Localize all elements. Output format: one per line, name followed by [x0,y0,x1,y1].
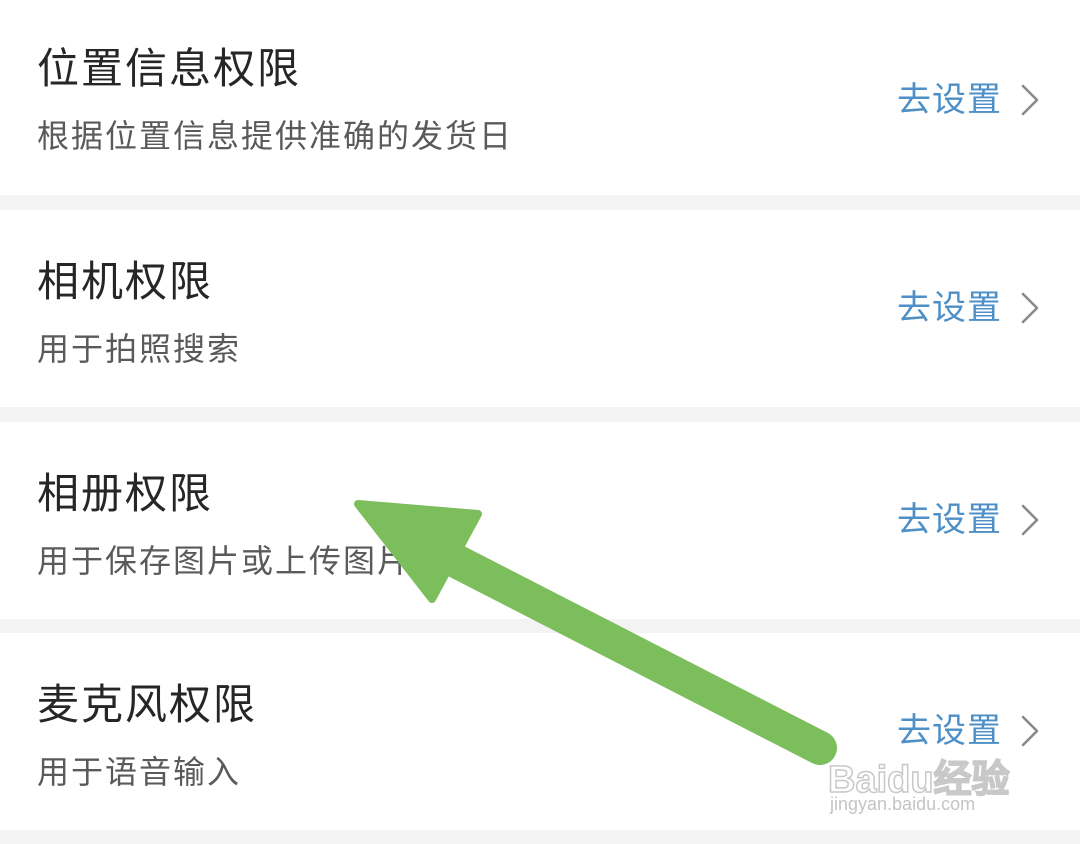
permission-item-location[interactable]: 位置信息权限 根据位置信息提供准确的发货日 去设置 [0,0,1080,195]
go-settings-label: 去设置 [897,711,1002,751]
chevron-right-icon [1021,504,1039,536]
permission-title: 位置信息权限 [37,44,302,93]
go-settings-button[interactable]: 去设置 [897,83,1040,117]
permission-item-camera[interactable]: 相机权限 用于拍照搜索 去设置 [0,210,1080,407]
go-settings-label: 去设置 [897,500,1002,540]
permission-title: 相机权限 [37,257,214,306]
permission-description: 用于语音输入 [37,753,242,791]
permission-title: 麦克风权限 [37,680,258,729]
permission-description: 用于保存图片或上传图片 [37,542,412,580]
permission-title: 相册权限 [37,469,214,518]
permission-item-microphone[interactable]: 麦克风权限 用于语音输入 去设置 [0,633,1080,830]
go-settings-button[interactable]: 去设置 [897,503,1040,537]
go-settings-button[interactable]: 去设置 [897,291,1040,325]
go-settings-button[interactable]: 去设置 [897,714,1040,748]
go-settings-label: 去设置 [897,288,1002,328]
permission-list: 位置信息权限 根据位置信息提供准确的发货日 去设置 相机权限 用于拍照搜索 去设… [0,0,1080,844]
go-settings-label: 去设置 [897,80,1002,120]
permission-item-photos[interactable]: 相册权限 用于保存图片或上传图片 去设置 [0,422,1080,619]
chevron-right-icon [1021,292,1039,324]
permission-description: 用于拍照搜索 [37,330,242,368]
permission-description: 根据位置信息提供准确的发货日 [37,117,514,155]
chevron-right-icon [1021,84,1039,116]
chevron-right-icon [1021,715,1039,747]
